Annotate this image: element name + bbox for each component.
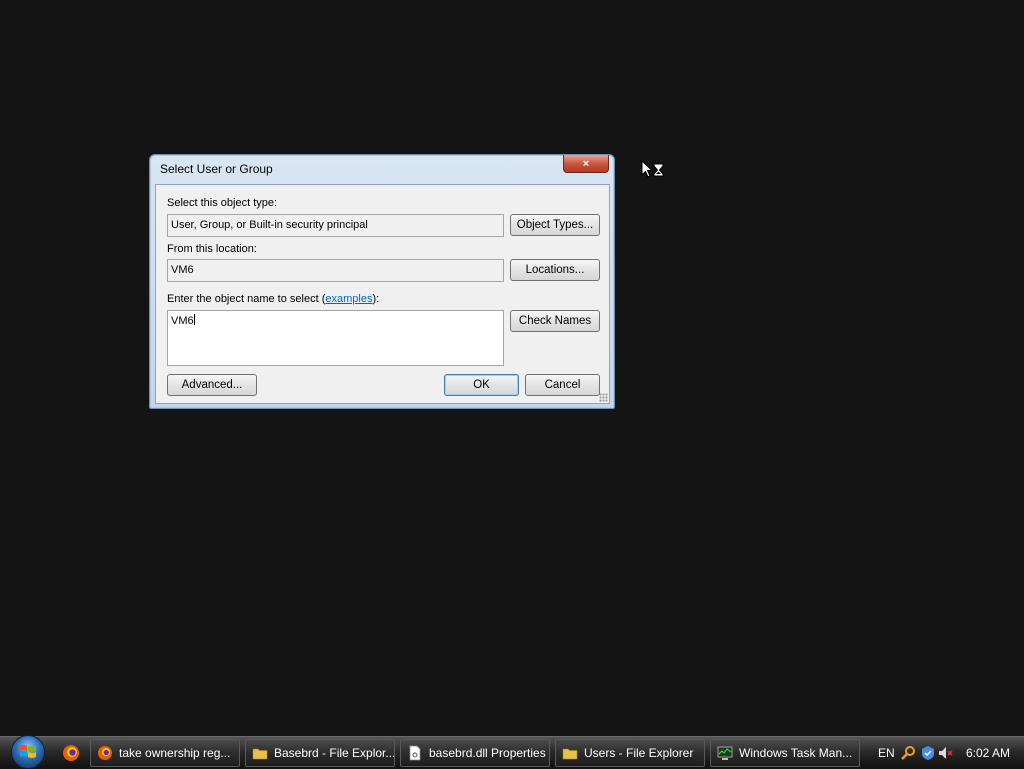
ok-button[interactable]: OK	[444, 374, 519, 396]
locations-button[interactable]: Locations...	[510, 259, 600, 281]
examples-link[interactable]: examples	[325, 293, 372, 305]
firefox-quicklaunch-icon[interactable]	[62, 744, 80, 762]
location-label: From this location:	[167, 243, 257, 255]
location-field: VM6	[167, 259, 504, 282]
clock[interactable]: 6:02 AM	[966, 746, 1010, 760]
taskbar-item-task-manager[interactable]: Windows Task Man...	[710, 739, 860, 767]
cancel-button[interactable]: Cancel	[525, 374, 600, 396]
firefox-icon	[98, 746, 112, 760]
action-center-icon[interactable]	[920, 745, 936, 761]
taskbar-item-label: Users - File Explorer	[584, 746, 694, 760]
system-tray: EN 6:02 AM	[868, 737, 1024, 769]
object-name-text: VM6	[171, 315, 194, 327]
folder-icon	[562, 748, 578, 760]
object-name-label: Enter the object name to select (example…	[167, 293, 379, 305]
windows-logo-icon	[11, 735, 45, 769]
task-manager-icon	[717, 746, 733, 760]
object-type-label: Select this object type:	[167, 197, 278, 209]
object-type-field: User, Group, or Built-in security princi…	[167, 214, 504, 237]
object-name-input[interactable]: VM6	[167, 310, 504, 366]
object-types-button[interactable]: Object Types...	[510, 214, 600, 236]
taskbar-item-label: basebrd.dll Properties	[429, 746, 546, 760]
busy-cursor-icon	[641, 160, 664, 178]
taskbar-item-basebrd-explorer[interactable]: Basebrd - File Explor...	[245, 739, 395, 767]
taskbar-item-label: Windows Task Man...	[739, 746, 853, 760]
object-name-label-prefix: Enter the object name to select (	[167, 293, 326, 305]
taskbar-item-label: take ownership reg...	[119, 746, 231, 760]
object-name-label-suffix: ):	[372, 293, 380, 305]
text-caret	[193, 314, 195, 325]
close-button[interactable]: ×	[563, 155, 609, 173]
dialog-client-area: Select this object type: User, Group, or…	[155, 184, 610, 404]
check-names-button[interactable]: Check Names	[510, 310, 600, 332]
advanced-button[interactable]: Advanced...	[167, 374, 257, 396]
start-button[interactable]	[8, 735, 48, 769]
folder-icon	[252, 748, 268, 760]
taskbar: take ownership reg... Basebrd - File Exp…	[0, 735, 1024, 769]
select-user-or-group-dialog: Select User or Group × Select this objec…	[149, 154, 615, 409]
volume-muted-icon[interactable]	[938, 745, 954, 761]
close-icon: ×	[582, 157, 590, 170]
taskbar-item-basebrd-properties[interactable]: basebrd.dll Properties	[400, 739, 550, 767]
dialog-title: Select User or Group	[160, 162, 273, 176]
search-icon[interactable]	[900, 745, 916, 761]
taskbar-item-label: Basebrd - File Explor...	[274, 746, 395, 760]
taskbar-item-firefox[interactable]: take ownership reg...	[90, 739, 240, 767]
file-icon	[409, 745, 421, 761]
language-indicator[interactable]: EN	[878, 746, 895, 760]
resize-grip[interactable]	[599, 393, 608, 402]
taskbar-item-users-explorer[interactable]: Users - File Explorer	[555, 739, 705, 767]
